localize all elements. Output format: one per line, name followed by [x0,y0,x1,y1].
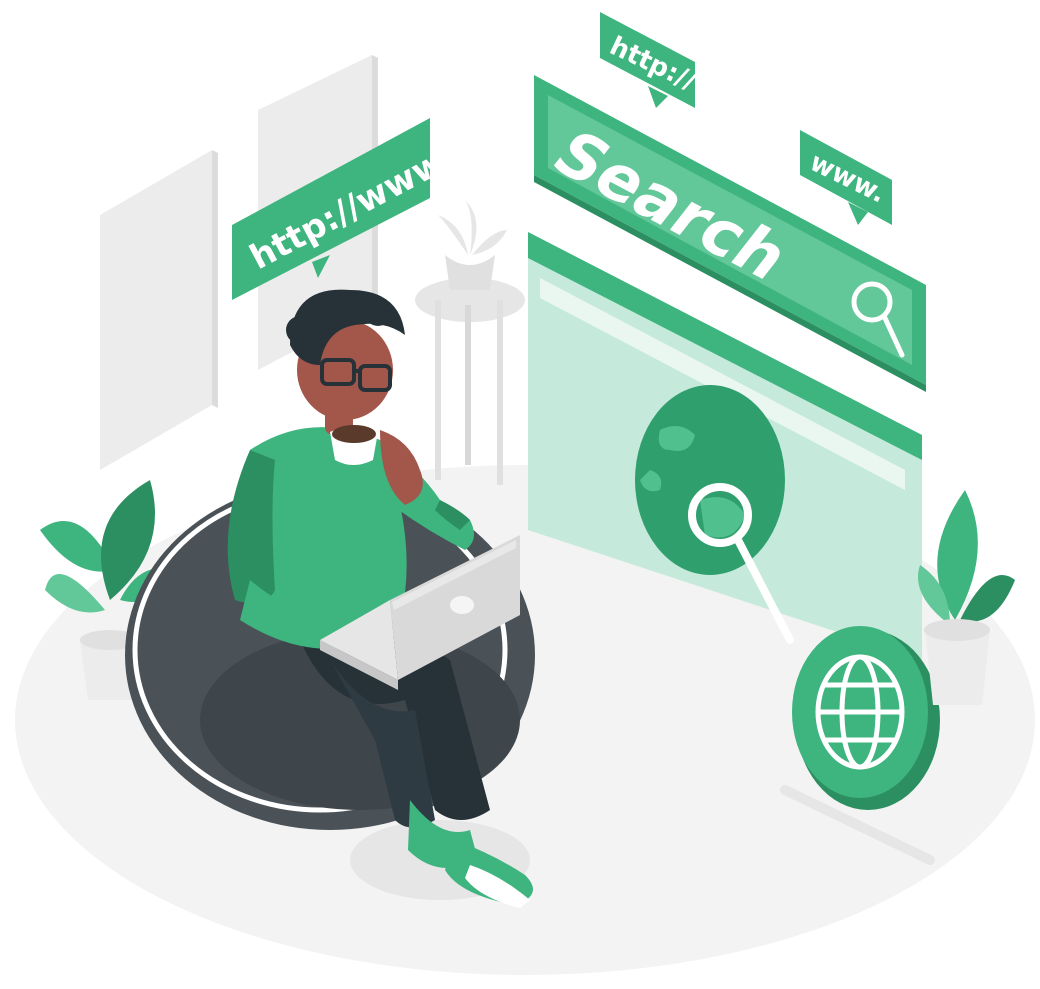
url-bubble-right: www. [800,130,892,225]
scene-svg: Search http://www. http:// www. [15,12,1035,975]
illustration: Search http://www. http:// www. [0,0,1040,989]
side-table [415,200,525,485]
url-bubble-top: http:// [600,12,701,108]
